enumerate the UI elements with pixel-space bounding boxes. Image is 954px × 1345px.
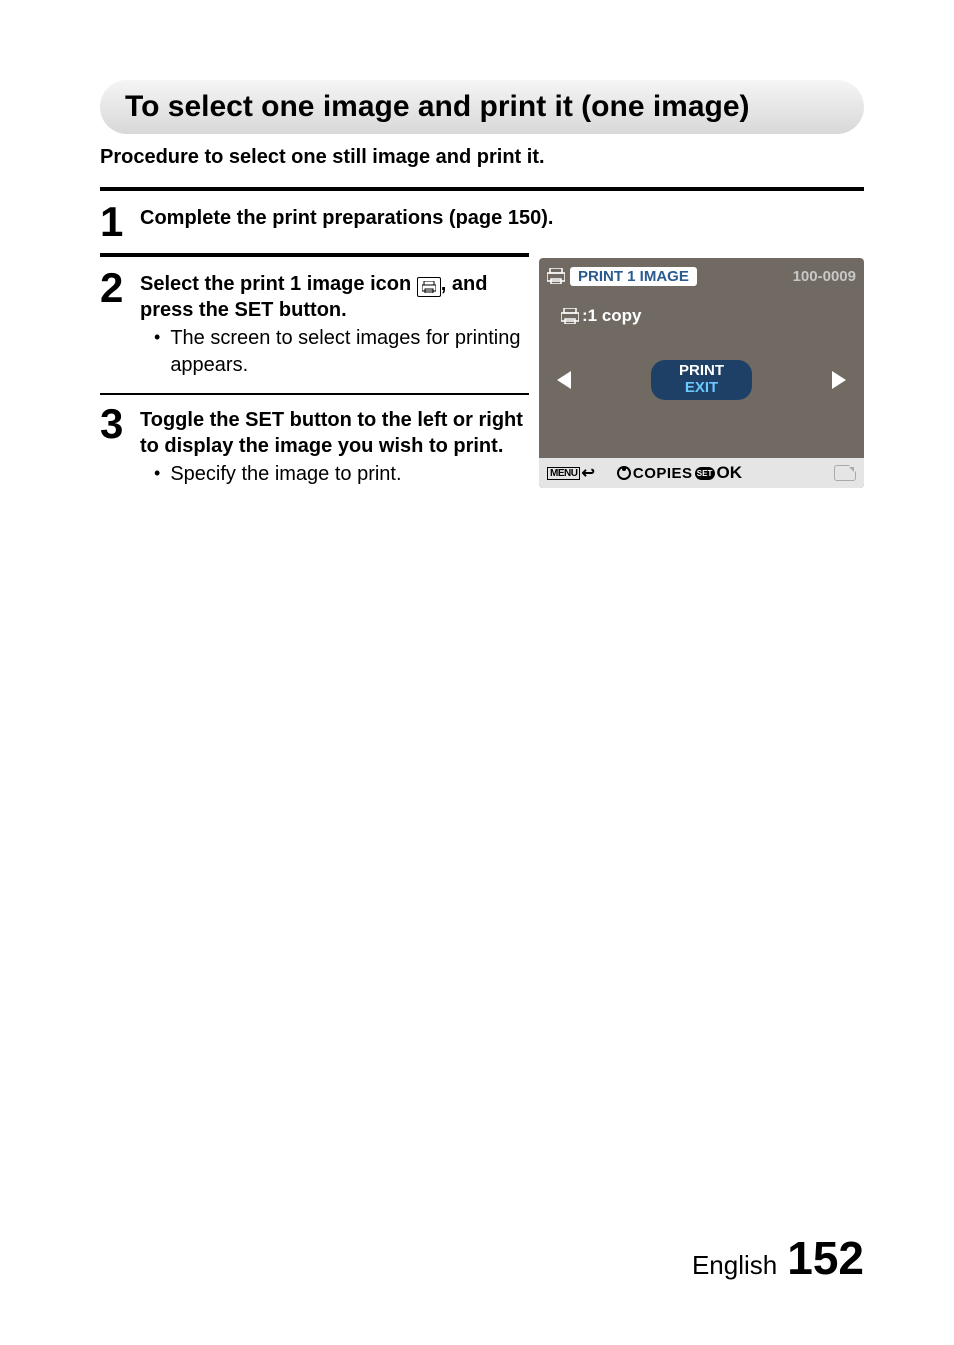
bullet-dot: •: [154, 325, 160, 379]
menu-label: MENU: [547, 467, 580, 480]
bullet-text: Specify the image to print.: [170, 461, 401, 488]
rule-divider: [100, 253, 529, 257]
step-title: Toggle the SET button to the left or rig…: [140, 407, 529, 459]
screen-exit-label: EXIT: [679, 380, 724, 397]
step-title: Select the print 1 image icon , and pres…: [140, 271, 529, 323]
triangle-left-icon: [557, 371, 571, 389]
procedure-intro: Procedure to select one still image and …: [100, 146, 864, 169]
joystick-icon: [617, 466, 631, 480]
screen-image-number: 100-0009: [793, 268, 856, 285]
step-2: 2 Select the print 1 image icon , and pr…: [100, 265, 529, 379]
set-badge: SET: [695, 467, 715, 480]
step-3: 3 Toggle the SET button to the left or r…: [100, 401, 529, 488]
step-body: Toggle the SET button to the left or rig…: [140, 401, 529, 488]
copies-label: COPIES: [633, 465, 693, 482]
bullet-text: The screen to select images for printing…: [170, 325, 529, 379]
step-title: Complete the print preparations (page 15…: [140, 205, 864, 231]
footer-page-number: 152: [787, 1231, 864, 1285]
screen-action-pill: PRINT EXIT: [651, 360, 752, 400]
screen-bottombar: MENU ↩ COPIES SET OK: [539, 458, 864, 488]
footer-language: English: [692, 1250, 777, 1281]
rule-divider: [100, 187, 864, 191]
screen-copy-row: :1 copy: [539, 290, 864, 326]
triangle-right-icon: [832, 371, 846, 389]
step-number: 1: [100, 201, 140, 243]
camera-screen-mock: PRINT 1 IMAGE 100-0009 :1 copy PRINT EXI…: [539, 258, 864, 488]
screen-mid-row: PRINT EXIT: [539, 360, 864, 400]
screen-topbar: PRINT 1 IMAGE 100-0009: [539, 258, 864, 290]
rule-divider: [100, 393, 529, 395]
screen-copy-count: :1 copy: [582, 306, 642, 326]
menu-badge: MENU: [547, 467, 580, 480]
return-icon: ↩: [581, 463, 594, 483]
step-number: 2: [100, 267, 140, 309]
print1-image-icon: [417, 277, 441, 297]
screen-mode-label: PRINT 1 IMAGE: [570, 267, 697, 286]
printer-icon: [547, 268, 565, 284]
step-1: 1 Complete the print preparations (page …: [100, 199, 864, 243]
step-body: Select the print 1 image icon , and pres…: [140, 265, 529, 379]
card-icon: [834, 465, 856, 481]
ok-label: OK: [717, 463, 743, 483]
screen-print-label: PRINT: [679, 363, 724, 380]
step-number: 3: [100, 403, 140, 445]
section-heading: To select one image and print it (one im…: [100, 80, 864, 134]
printer-icon: [561, 308, 579, 324]
bullet-dot: •: [154, 461, 160, 488]
page-footer: English 152: [692, 1231, 864, 1285]
step-title-prefix: Select the print 1 image icon: [140, 273, 417, 295]
step-body: Complete the print preparations (page 15…: [140, 199, 864, 231]
